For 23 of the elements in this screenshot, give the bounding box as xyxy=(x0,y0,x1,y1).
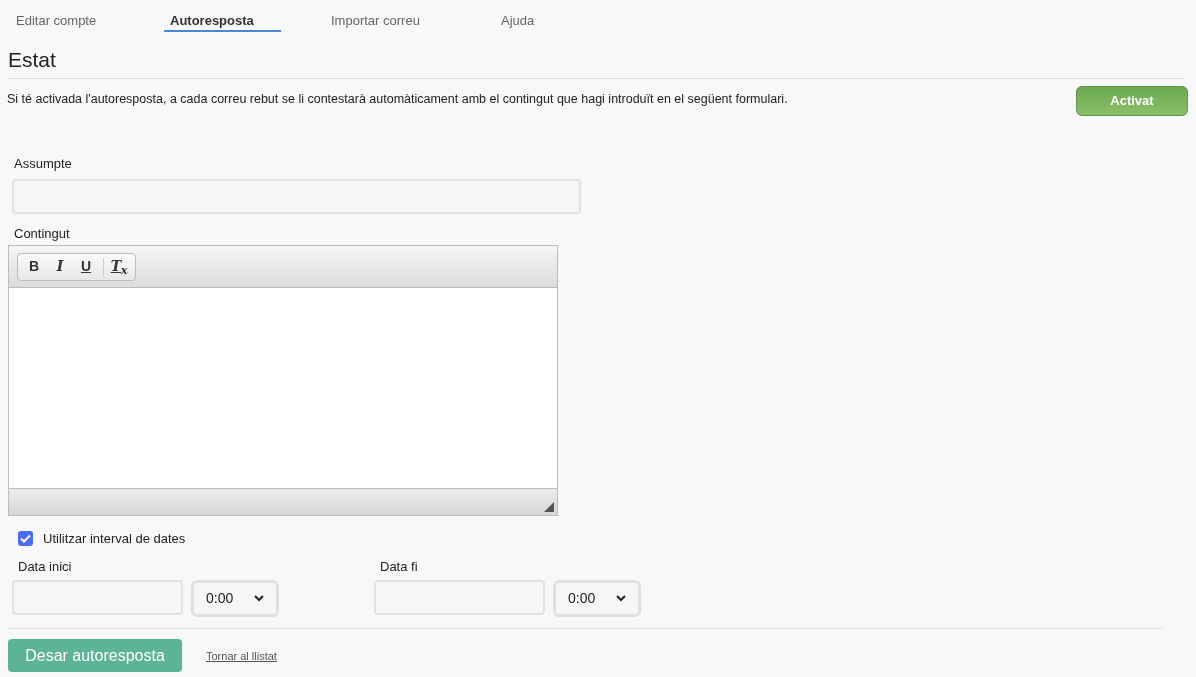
chevron-icon xyxy=(254,595,264,602)
checkbox-label: Utilitzar interval de dates xyxy=(43,530,186,548)
field-label: Data inici xyxy=(18,557,73,576)
chevron-icon xyxy=(616,595,626,602)
field-label: Contingut xyxy=(14,224,71,243)
clear-button[interactable]: T$_{x}$ xyxy=(107,255,131,278)
checkbox[interactable] xyxy=(18,531,33,547)
field-label: Data fi xyxy=(380,557,419,576)
field-label: Assumpte xyxy=(14,155,73,173)
tab[interactable]: Ajuda xyxy=(495,11,541,32)
resize-handle-icon[interactable] xyxy=(544,502,554,512)
back-link[interactable]: Tornar al llistat xyxy=(206,648,277,665)
tab[interactable]: Autoresposta xyxy=(164,11,281,32)
tab[interactable]: Editar compte xyxy=(10,11,103,32)
description: Si té activada l'autoresposta, a cada correu rebut se li contestarà automàticament amb el contingut que hagi introduït en el següent formulari. xyxy=(7,91,788,108)
time-select[interactable]: 0:00 xyxy=(553,580,641,617)
check-icon xyxy=(20,534,31,544)
bold-button[interactable]: B xyxy=(22,255,46,278)
time-select[interactable]: 0:00 xyxy=(191,580,279,617)
section-title: Estat xyxy=(8,47,57,73)
tab[interactable]: Importar correu xyxy=(325,11,426,32)
underline-button[interactable]: U xyxy=(74,255,98,278)
italic-button[interactable]: I xyxy=(48,255,72,278)
